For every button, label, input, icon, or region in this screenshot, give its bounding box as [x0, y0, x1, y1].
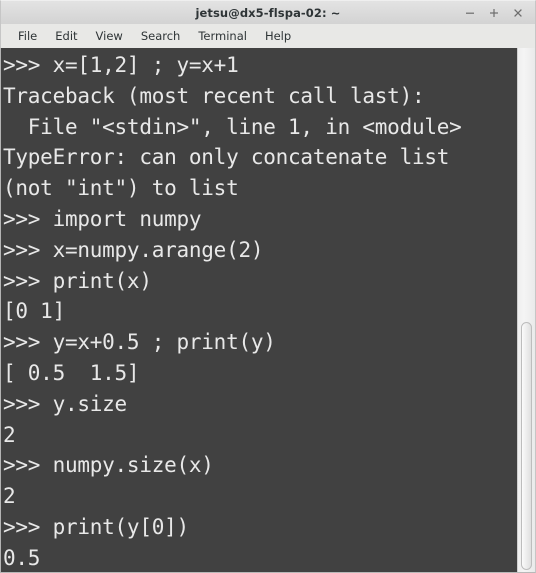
menu-item-help[interactable]: Help	[256, 26, 300, 47]
terminal-area: >>> x=[1,2] ; y=x+1 Traceback (most rece…	[0, 48, 536, 573]
terminal-line: >>> x=[1,2] ; y=x+1	[3, 53, 239, 77]
terminal-line: >>> y=x+0.5 ; print(y)	[3, 330, 276, 355]
window-title: jetsu@dx5-flspa-02: ~	[195, 5, 341, 20]
maximize-icon[interactable]	[483, 3, 505, 23]
title-bar: jetsu@dx5-flspa-02: ~	[0, 0, 536, 24]
terminal-line: >>> y.size	[3, 391, 127, 416]
terminal-line: Traceback (most recent call last):	[3, 83, 425, 108]
terminal-line: >>> print(y[0])	[3, 514, 189, 539]
terminal-line: 0.5	[3, 545, 41, 570]
menu-item-file[interactable]: File	[9, 26, 46, 47]
terminal-line: >>> x=numpy.arange(2)	[3, 237, 264, 262]
terminal-line: >>> print(x)	[3, 268, 152, 293]
menu-item-terminal[interactable]: Terminal	[189, 26, 256, 47]
menu-item-edit[interactable]: Edit	[46, 26, 86, 47]
terminal-line: 2	[3, 422, 16, 447]
scrollbar-thumb[interactable]	[521, 322, 532, 570]
terminal-line: >>> numpy.size(x)	[3, 453, 214, 478]
terminal-line: [ 0.5 1.5]	[3, 360, 140, 385]
terminal-line: 2	[3, 484, 16, 509]
close-icon[interactable]	[507, 3, 529, 23]
menu-item-view[interactable]: View	[87, 26, 132, 47]
menu-bar: File Edit View Search Terminal Help	[0, 24, 536, 48]
window-controls	[459, 1, 529, 25]
terminal-line: File "<stdin>", line 1, in <module>	[3, 114, 462, 139]
terminal-line: >>> import numpy	[3, 206, 202, 231]
terminal-scrollbar[interactable]	[517, 48, 535, 572]
terminal-line: TypeError: can only concatenate list	[3, 145, 450, 170]
minimize-icon[interactable]	[459, 3, 481, 23]
terminal-line: (not "int") to list	[3, 176, 239, 201]
terminal-window: jetsu@dx5-flspa-02: ~ File Edit View Sea…	[0, 0, 536, 573]
terminal-screen[interactable]: >>> x=[1,2] ; y=x+1 Traceback (most rece…	[1, 48, 517, 572]
menu-item-search[interactable]: Search	[132, 26, 190, 47]
terminal-line: [0 1]	[3, 299, 65, 324]
